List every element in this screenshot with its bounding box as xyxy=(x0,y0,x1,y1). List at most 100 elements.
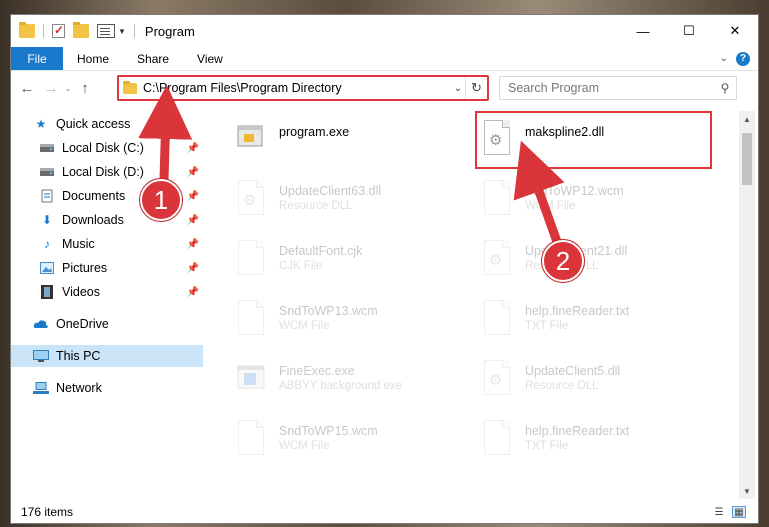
file-type: TXT File xyxy=(525,320,569,332)
file-item[interactable]: SndToWP13.wcm WCM File xyxy=(235,295,378,341)
ribbon-tabs: File Home Share View ⌄ ? xyxy=(11,47,758,71)
file-item[interactable]: ⚙ UpdateClient5.dll Resource DLL xyxy=(481,355,620,401)
file-item[interactable]: FineExec.exe ABBYY background exe xyxy=(235,355,402,401)
file-item[interactable]: program.exe xyxy=(235,115,349,161)
sidebar-item-quick-access[interactable]: ★ Quick access xyxy=(11,113,203,135)
maximize-button[interactable]: ☐ xyxy=(666,15,712,47)
music-icon: ♪ xyxy=(44,237,50,251)
sidebar-item-label: This PC xyxy=(56,349,101,363)
search-box[interactable]: ⚲ xyxy=(499,76,737,100)
scroll-up-icon[interactable]: ▲ xyxy=(739,111,755,127)
minimize-button[interactable]: — xyxy=(620,15,666,47)
sidebar-item-music[interactable]: ♪ Music 📌 xyxy=(11,233,203,255)
pin-icon[interactable]: 📌 xyxy=(187,143,199,154)
file-explorer-window: ▼ Program — ☐ ✕ File Home Share View ⌄ ?… xyxy=(10,14,759,524)
file-item[interactable]: help.fineReader.txt TXT File xyxy=(481,295,629,341)
address-dropdown-icon[interactable]: ⌄ xyxy=(451,83,465,94)
sidebar-item-local-disk-d[interactable]: Local Disk (D:) 📌 xyxy=(11,161,203,183)
sidebar-item-pictures[interactable]: Pictures 📌 xyxy=(11,257,203,279)
pin-icon[interactable]: 📌 xyxy=(187,287,199,298)
file-type: Resource DLL xyxy=(525,380,599,392)
dll-icon: ⚙ xyxy=(235,179,267,217)
file-type: WCM File xyxy=(279,440,330,452)
network-icon xyxy=(33,381,49,395)
file-name: program.exe xyxy=(279,125,350,139)
details-view-icon[interactable]: ☰ xyxy=(712,506,726,518)
pin-icon[interactable]: 📌 xyxy=(187,191,199,202)
file-list: program.exe ⚙ makspline2.dll ⚙ UpdateCli… xyxy=(211,111,739,499)
file-type: ABBYY background exe xyxy=(279,380,403,392)
exe-icon xyxy=(235,119,267,157)
dll-icon: ⚙ xyxy=(481,359,513,397)
sidebar-item-label: Local Disk (C:) xyxy=(62,141,144,155)
downloads-icon: ⬇ xyxy=(41,213,53,227)
scroll-down-icon[interactable]: ▼ xyxy=(739,483,755,499)
ribbon-right: ⌄ ? xyxy=(720,47,758,70)
pin-icon[interactable]: 📌 xyxy=(187,239,199,250)
new-folder-icon[interactable] xyxy=(73,22,89,38)
sidebar-item-label: Videos xyxy=(62,285,100,299)
tab-share[interactable]: Share xyxy=(123,47,183,70)
file-item[interactable]: help.fineReader.txt TXT File xyxy=(481,415,629,461)
sidebar-item-this-pc[interactable]: This PC xyxy=(11,345,203,367)
tab-home[interactable]: Home xyxy=(63,47,123,70)
star-icon: ★ xyxy=(35,117,47,131)
recent-locations-dropdown-icon[interactable]: ⌄ xyxy=(63,84,73,93)
file-type: TXT File xyxy=(525,440,569,452)
file-item[interactable]: ⚙ UpdateClient63.dll Resource DLL xyxy=(235,175,381,221)
file-type: WCM File xyxy=(279,320,330,332)
search-icon[interactable]: ⚲ xyxy=(714,81,736,95)
close-button[interactable]: ✕ xyxy=(712,15,758,47)
exe-icon xyxy=(235,359,267,397)
folder-icon xyxy=(19,22,35,38)
documents-icon xyxy=(39,189,55,203)
expand-ribbon-chevron-icon[interactable]: ⌄ xyxy=(720,53,728,64)
file-name: FineExec.exe xyxy=(279,364,355,378)
properties-check-icon[interactable] xyxy=(52,23,65,38)
pin-icon[interactable]: 📌 xyxy=(187,167,199,178)
file-item[interactable]: SndToWP15.wcm WCM File xyxy=(235,415,378,461)
help-icon[interactable]: ? xyxy=(736,51,750,66)
tab-file[interactable]: File xyxy=(11,47,63,70)
file-icon xyxy=(235,239,267,277)
file-type: WCM File xyxy=(525,200,576,212)
sidebar-item-label: Documents xyxy=(62,189,126,203)
up-arrow-icon[interactable]: ↑ xyxy=(73,80,97,97)
file-name: help.fineReader.txt xyxy=(525,424,630,438)
cloud-icon xyxy=(33,317,49,331)
quick-access-dropdown-icon[interactable]: ▼ xyxy=(118,27,126,36)
address-bar[interactable]: C:\Program Files\Program Directory ⌄ ↻ xyxy=(117,75,489,101)
dll-icon: ⚙ xyxy=(481,239,513,277)
vertical-scrollbar[interactable]: ▲ ▼ xyxy=(739,111,755,499)
large-icons-view-icon[interactable]: ▦ xyxy=(732,506,746,518)
file-name: SndToWP13.wcm xyxy=(279,304,378,318)
file-icon xyxy=(481,299,513,337)
pin-icon[interactable]: 📌 xyxy=(187,263,199,274)
scrollbar-thumb[interactable] xyxy=(742,133,752,185)
view-properties-icon[interactable] xyxy=(97,24,115,38)
sidebar-item-local-disk-c[interactable]: Local Disk (C:) 📌 xyxy=(11,137,203,159)
search-input[interactable] xyxy=(500,81,714,95)
file-name: UpdateClient5.dll xyxy=(525,364,621,378)
sidebar-item-label: Downloads xyxy=(62,213,124,227)
refresh-icon[interactable]: ↻ xyxy=(465,77,487,99)
computer-icon xyxy=(33,349,49,363)
folder-icon xyxy=(123,80,137,94)
sidebar-item-label: Network xyxy=(56,381,102,395)
sidebar-item-label: OneDrive xyxy=(56,317,109,331)
sidebar-item-onedrive[interactable]: OneDrive xyxy=(11,313,203,335)
separator xyxy=(133,24,135,38)
forward-arrow-icon[interactable]: → xyxy=(39,80,63,97)
file-name: SndToWP12.wcm xyxy=(525,184,624,198)
file-highlight-box xyxy=(475,111,712,169)
sidebar-item-network[interactable]: Network xyxy=(11,377,203,399)
back-arrow-icon[interactable]: ← xyxy=(15,80,39,97)
pin-icon[interactable]: 📌 xyxy=(187,215,199,226)
tab-view[interactable]: View xyxy=(183,47,237,70)
sidebar-item-label: Music xyxy=(62,237,95,251)
file-item[interactable]: SndToWP12.wcm WCM File xyxy=(481,175,624,221)
file-type: CJK File xyxy=(279,260,323,272)
sidebar-item-videos[interactable]: Videos 📌 xyxy=(11,281,203,303)
file-item[interactable]: DefaultFont.cjk CJK File xyxy=(235,235,362,281)
address-path[interactable]: C:\Program Files\Program Directory xyxy=(143,81,451,95)
